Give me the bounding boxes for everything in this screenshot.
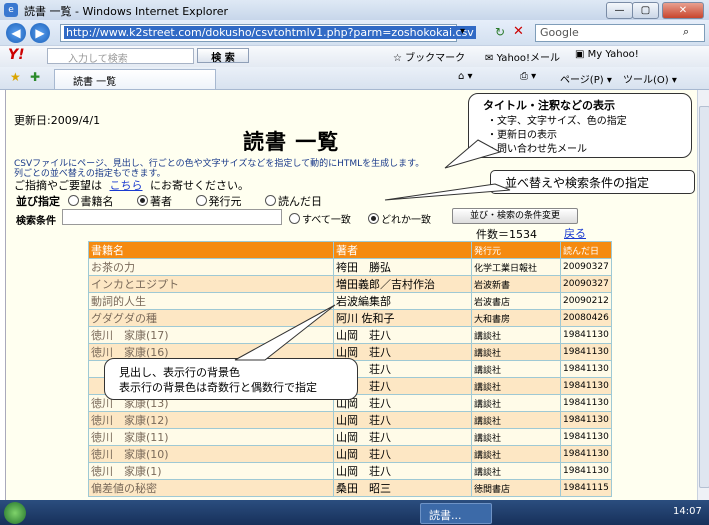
callout-pointer: [234, 304, 336, 361]
clock: 14:07: [673, 506, 702, 517]
taskbar-app-button[interactable]: 読書...: [420, 503, 492, 524]
callout-pointers: [234, 139, 511, 361]
taskbar-app-label: 読書...: [429, 509, 462, 522]
start-button[interactable]: [4, 502, 26, 524]
taskbar: 読書... 14:07: [0, 500, 709, 525]
callout-pointer: [444, 139, 502, 169]
callout-pointer: [384, 183, 511, 201]
